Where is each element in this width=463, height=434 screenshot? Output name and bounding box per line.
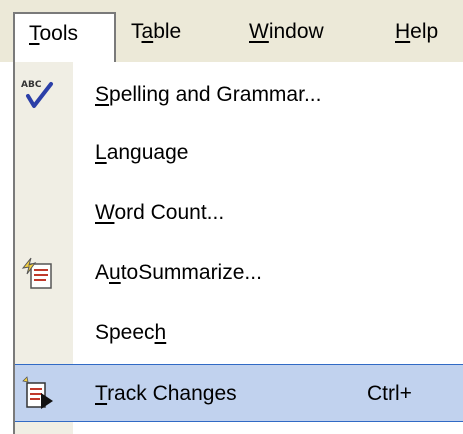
menu-item-track-changes[interactable]: Track Changes Ctrl+ <box>15 364 463 422</box>
menu-item-label: Speech <box>95 321 167 344</box>
tools-dropdown-menu: ABC Spelling and Grammar... Language Wor… <box>13 62 463 434</box>
menu-tools[interactable]: Tools <box>13 12 116 64</box>
menu-item-spelling-and-grammar[interactable]: ABC Spelling and Grammar... <box>15 66 463 124</box>
spelling-check-icon: ABC <box>21 80 53 108</box>
menu-item-label: Track Changes <box>95 382 237 405</box>
menu-bar: Tools Table Window Help <box>0 0 463 64</box>
menu-item-label: Language <box>95 141 189 164</box>
menu-item-shortcut: Ctrl+ <box>367 382 412 405</box>
menu-window[interactable]: Window <box>249 12 324 54</box>
track-changes-icon <box>22 376 53 409</box>
autosummarize-icon <box>21 257 52 289</box>
menu-item-label: Spelling and Grammar... <box>95 83 322 106</box>
menu-item-label: AutoSummarize... <box>95 261 262 284</box>
menu-help[interactable]: Help <box>395 12 438 54</box>
menu-table[interactable]: Table <box>131 12 181 54</box>
menu-item-speech[interactable]: Speech <box>15 304 463 362</box>
spelling-icon-badge: ABC <box>21 80 42 90</box>
menu-item-word-count[interactable]: Word Count... <box>15 184 463 242</box>
menu-item-language[interactable]: Language <box>15 124 463 182</box>
menu-item-label: Word Count... <box>95 201 225 224</box>
menu-item-autosummarize[interactable]: AutoSummarize... <box>15 244 463 302</box>
